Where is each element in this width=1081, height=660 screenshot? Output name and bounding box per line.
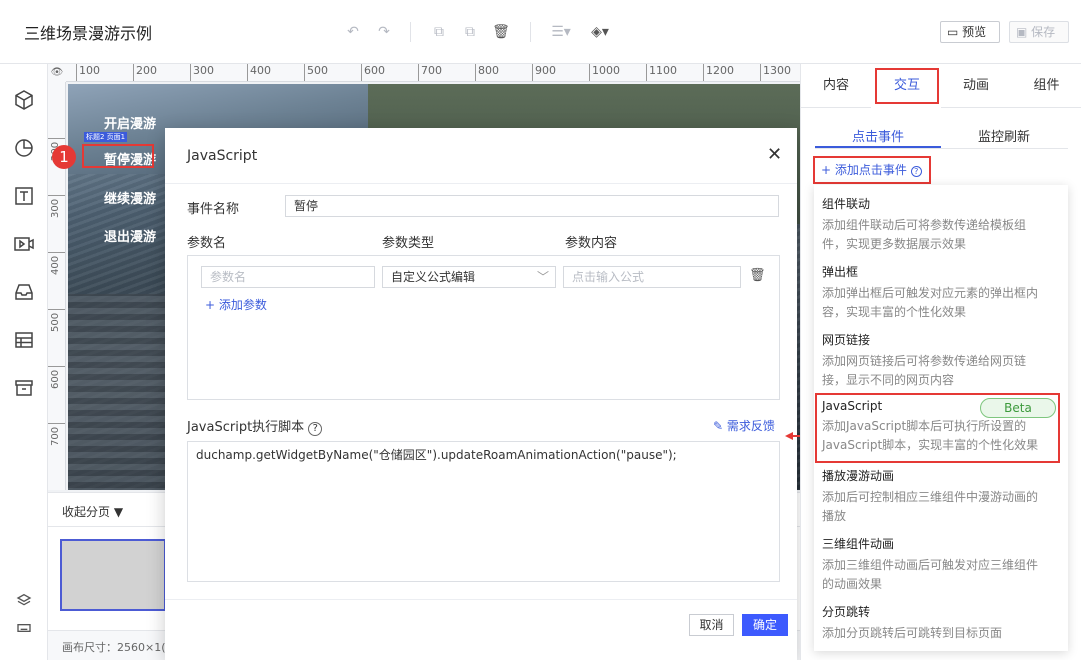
keyboard-icon[interactable]	[16, 620, 32, 636]
undo-icon[interactable]: ↶	[344, 23, 362, 41]
close-icon[interactable]: ✕	[767, 144, 782, 165]
app-title: 三维场景漫游示例	[24, 24, 153, 43]
ruler-tick: 300	[48, 195, 65, 252]
top-bar: 三维场景漫游示例 ↶ ↷ ⧉ ⧉ 🗑 ☰▾ ◈▾ ▭ 预览 ▣ 保存	[0, 0, 1081, 64]
ruler-tick: 800	[475, 64, 499, 81]
param-name-input[interactable]: 参数名	[201, 266, 375, 288]
param-type-select[interactable]: 自定义公式编辑 ﹀	[382, 266, 556, 288]
ruler-tick: 700	[48, 423, 65, 480]
tab-content[interactable]: 内容	[801, 64, 871, 108]
ruler-tick: 1000	[589, 64, 620, 81]
beta-badge: Beta	[980, 398, 1056, 418]
event-name-input[interactable]: 暂停	[285, 195, 779, 217]
vertical-ruler: 200 300 400 500 600 700	[48, 82, 66, 490]
selection-tag: 标题2 页面1	[84, 132, 128, 142]
eye-icon[interactable]: 👁	[48, 64, 66, 82]
divider	[165, 599, 797, 600]
menu-item-page-jump[interactable]: 分页跳转 添加分页跳转后可跳转到目标页面	[822, 603, 1062, 643]
menu-item-3d-animation[interactable]: 三维组件动画 添加三维组件动画后可触发对应三维组件 的动画效果	[822, 535, 1062, 594]
ruler-tick: 1200	[703, 64, 734, 81]
preview-button[interactable]: ▭ 预览	[940, 21, 1000, 43]
copy-icon[interactable]: ⧉	[430, 23, 448, 41]
delete-icon[interactable]: 🗑	[492, 23, 510, 41]
edit-icon: ✎	[713, 419, 724, 433]
divider	[815, 148, 1068, 149]
scene-menu-exit[interactable]: 退出漫游	[104, 226, 156, 245]
menu-item-popup[interactable]: 弹出框 添加弹出框后可触发对应元素的弹出框内 容，实现丰富的个性化效果	[822, 263, 1062, 322]
save-icon: ▣	[1016, 25, 1028, 39]
help-icon: ?	[308, 422, 323, 436]
menu-item-widget-linkage[interactable]: 组件联动 添加组件联动后可将参数传递给模板组 件，实现更多数据展示效果	[822, 195, 1062, 254]
ruler-tick: 1300	[760, 64, 791, 81]
save-label: 保存	[1031, 25, 1056, 39]
selection-outline[interactable]	[82, 144, 154, 168]
menu-item-web-link[interactable]: 网页链接 添加网页链接后可将参数传递给网页链 接，显示不同的网页内容	[822, 331, 1062, 390]
table-icon[interactable]	[12, 328, 36, 352]
canvas-size-text: 画布尺寸：2560×1(	[62, 641, 166, 654]
ruler-tick: 200	[133, 64, 157, 81]
left-toolbar	[0, 64, 48, 660]
ruler-tick: 600	[361, 64, 385, 81]
toolbar-divider	[410, 22, 411, 42]
ruler-tick: 100	[76, 64, 100, 81]
scene-menu-resume[interactable]: 继续漫游	[104, 188, 156, 207]
ruler-tick: 400	[247, 64, 271, 81]
help-icon: ?	[910, 166, 922, 177]
ruler-tick: 600	[48, 366, 65, 423]
chevron-down-icon: ﹀	[536, 270, 549, 284]
paste-icon[interactable]: ⧉	[461, 23, 479, 41]
horizontal-ruler: 100 200 300 400 500 600 700 800 900 1000…	[66, 64, 800, 82]
ruler-tick: 300	[190, 64, 214, 81]
ruler-tick: 500	[304, 64, 328, 81]
redo-icon[interactable]: ↷	[375, 23, 393, 41]
tab-interaction[interactable]: 交互	[875, 68, 939, 104]
callout-badge: 1	[52, 145, 76, 169]
layer-icon[interactable]: ◈▾	[588, 23, 612, 41]
page-thumbnail[interactable]	[60, 539, 166, 611]
layers-icon[interactable]	[16, 592, 32, 608]
align-icon[interactable]: ☰▾	[550, 23, 572, 41]
divider	[165, 183, 797, 184]
ok-button[interactable]: 确定	[742, 614, 788, 636]
add-click-event-button[interactable]: + 添加点击事件 ?	[813, 156, 931, 184]
menu-item-roam-animation[interactable]: 播放漫游动画 添加后可控制相应三维组件中漫游动画的 播放	[822, 467, 1062, 526]
scene-menu-start[interactable]: 开启漫游	[104, 113, 156, 132]
param-type-value: 自定义公式编辑	[391, 270, 476, 284]
param-list: 参数名 自定义公式编辑 ﹀ 点击输入公式 🗑 + 添加参数	[187, 255, 780, 400]
param-content-input[interactable]: 点击输入公式	[563, 266, 741, 288]
subtab-monitor-refresh[interactable]: 监控刷新	[941, 126, 1067, 145]
inbox-icon[interactable]	[12, 280, 36, 304]
cube-icon[interactable]	[12, 88, 36, 112]
dialog-title: JavaScript	[187, 148, 258, 164]
tab-animation[interactable]: 动画	[941, 64, 1011, 108]
subtab-click-event[interactable]: 点击事件	[815, 126, 941, 145]
save-button[interactable]: ▣ 保存	[1009, 21, 1069, 43]
cancel-button[interactable]: 取消	[689, 614, 734, 636]
feedback-link[interactable]: ✎ 需求反馈	[713, 417, 775, 434]
ruler-tick: 500	[48, 309, 65, 366]
ruler-tick: 700	[418, 64, 442, 81]
delete-icon[interactable]: 🗑	[749, 268, 766, 283]
ruler-tick: 400	[48, 252, 65, 309]
video-icon[interactable]	[12, 232, 36, 256]
preview-label: 预览	[962, 25, 987, 39]
toolbar-divider	[530, 22, 531, 42]
active-tab-indicator	[815, 146, 941, 148]
javascript-dialog: JavaScript ✕ 事件名称 暂停 参数名 参数类型 参数内容 参数名 自…	[165, 128, 797, 660]
tab-components[interactable]: 组件	[1011, 64, 1081, 108]
monitor-icon: ▭	[947, 25, 959, 39]
add-param-link[interactable]: + 添加参数	[205, 296, 267, 313]
pie-chart-icon[interactable]	[12, 136, 36, 160]
script-label: JavaScript执行脚本 ?	[187, 416, 323, 436]
text-icon[interactable]	[12, 184, 36, 208]
param-name-header: 参数名	[187, 236, 227, 251]
param-type-header: 参数类型	[382, 236, 435, 251]
collapse-pages-toggle[interactable]: 收起分页 ▼	[62, 503, 123, 520]
archive-icon[interactable]	[12, 376, 36, 400]
ruler-tick: 900	[532, 64, 556, 81]
event-name-label: 事件名称	[187, 202, 240, 217]
script-editor[interactable]: duchamp.getWidgetByName("仓储园区").updateRo…	[187, 441, 780, 582]
param-content-header: 参数内容	[565, 236, 618, 251]
ruler-tick: 1100	[646, 64, 677, 81]
